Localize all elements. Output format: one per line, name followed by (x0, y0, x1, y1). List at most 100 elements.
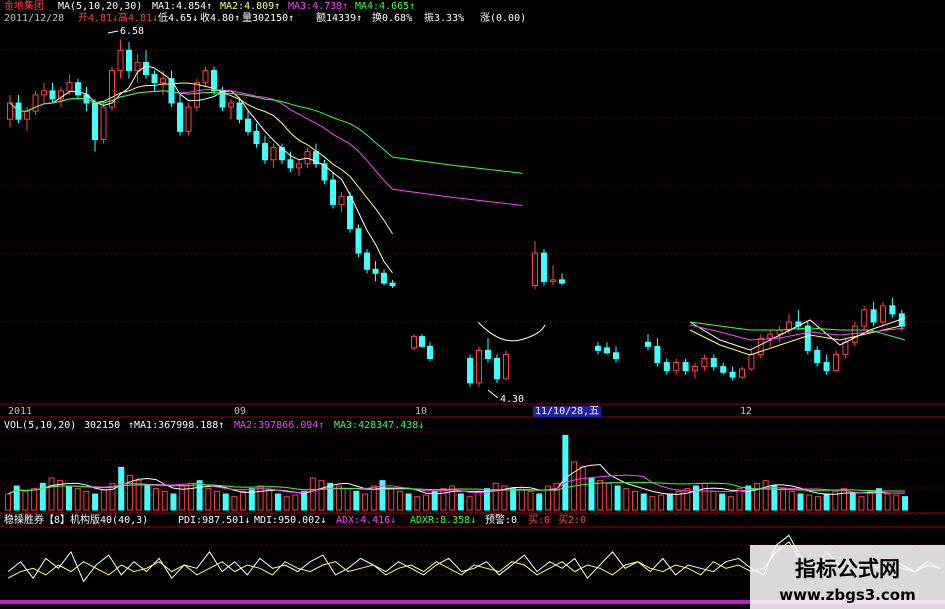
volume-bar (214, 490, 221, 511)
volume-bar (475, 490, 482, 511)
candle-body (347, 195, 353, 230)
candle-body (100, 106, 107, 140)
volume-bar (623, 488, 630, 511)
volume-bar (388, 488, 395, 511)
candle-body (701, 358, 708, 368)
stock-name: 金地集团 (4, 1, 44, 12)
volume-bar (893, 494, 900, 511)
annotation-arrow (487, 389, 499, 399)
candle-body (767, 333, 774, 339)
volume-value: 量302150↑ (242, 13, 295, 24)
candle-body (202, 70, 209, 84)
candle-body (24, 110, 30, 120)
volume-bar (274, 493, 281, 511)
volume-bar (841, 488, 848, 511)
volume-bar (48, 477, 55, 511)
candle-body (75, 82, 81, 96)
candle-body (49, 90, 56, 100)
candle-body (287, 159, 294, 169)
volume-bar (118, 466, 125, 511)
candle-body (92, 102, 98, 140)
volume-bar (83, 490, 90, 511)
volume-bar (309, 477, 316, 511)
candle-body (134, 61, 141, 72)
volume-bar (684, 488, 691, 511)
candle-body (411, 336, 417, 349)
volume-bar (22, 490, 29, 511)
candle-body (503, 353, 509, 380)
volume-bar (205, 488, 212, 511)
volume-bar (867, 490, 874, 511)
annotation-arrow (107, 30, 119, 34)
candle-body (559, 279, 565, 284)
candle-body (296, 163, 302, 169)
candle-body (117, 49, 124, 72)
candle-body (485, 349, 491, 359)
axis-cursor-date: 11/10/28,五 (533, 406, 602, 417)
candle-body (419, 336, 425, 347)
candle-body (814, 349, 821, 364)
volume-bar (457, 493, 464, 511)
candle-body (739, 368, 745, 378)
volume-bar (614, 485, 621, 511)
candle-body (476, 349, 482, 384)
vol-ma3: MA3:428347.438↓ (334, 420, 425, 431)
candle-body (372, 268, 379, 274)
volume-bar (823, 493, 830, 511)
volume-bar (849, 493, 856, 511)
volume-bar (65, 485, 72, 511)
candle-body (151, 74, 158, 84)
candle-body (889, 305, 896, 315)
volume-bar (335, 485, 342, 511)
buy2-value: 买2:0 (558, 515, 587, 526)
ma2-value: MA2:4.809↑ (220, 1, 281, 12)
volume-bar (632, 490, 639, 511)
candle-body (710, 358, 717, 368)
axis-label-10: 10 (415, 406, 428, 417)
candle-body (861, 309, 868, 327)
volume-bar (588, 477, 595, 511)
candle-body (330, 179, 336, 205)
volume-bar (423, 494, 430, 511)
candle-body (143, 61, 149, 76)
candle-body (870, 309, 877, 323)
ma10-line (9, 82, 393, 235)
candle-body (185, 106, 192, 132)
candle-body (494, 358, 500, 380)
candle-body (338, 195, 345, 205)
volume-bar (283, 496, 290, 511)
header-date: 2011/12/28 (4, 13, 65, 24)
candle-body (236, 102, 243, 120)
volume-bar (692, 485, 699, 511)
volume-bar (74, 488, 81, 511)
close-value: 收4.80↑ (200, 13, 241, 24)
candle-body (66, 82, 73, 92)
volume-bar (597, 480, 604, 511)
candle-body (270, 147, 277, 161)
amplitude-value: 振3.33% (424, 13, 465, 24)
open-value: 开4.81↓ (78, 13, 119, 24)
candle-body (32, 94, 39, 112)
volume-bar (353, 490, 360, 511)
indicator-label: 稳操胜券【8】机构版40(40,3) (4, 515, 149, 526)
volume-bar (814, 496, 821, 511)
candle-body (532, 252, 538, 286)
change-value: 涨(0.00) (480, 13, 527, 24)
warn-value: 预警:0 (485, 515, 518, 526)
candle-body (673, 362, 680, 372)
volume-bar (266, 489, 273, 511)
candle-body (823, 362, 830, 372)
watermark: 指标公式网 www.zbgs3.com (750, 545, 945, 609)
volume-bar (753, 482, 760, 511)
pdi-value: PDI:987.501↓ (178, 515, 251, 526)
candle-body (595, 345, 601, 351)
volume-bar (884, 493, 891, 511)
candle-body (389, 282, 396, 287)
volume-bar (858, 496, 865, 511)
mdi-value: MDI:950.002↓ (254, 515, 327, 526)
candle-body (880, 305, 886, 323)
volume-bar (666, 493, 673, 511)
watermark-url: www.zbgs3.com (779, 586, 916, 604)
candle-body (842, 341, 849, 355)
volume-bar (727, 496, 734, 511)
